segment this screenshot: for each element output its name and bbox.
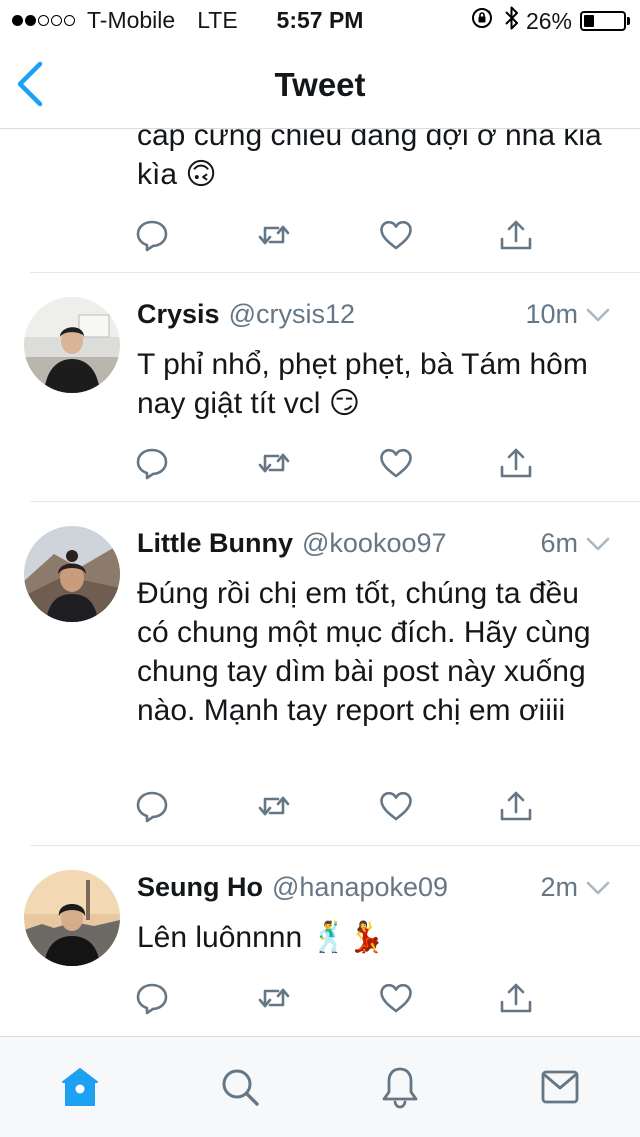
share-icon [500, 791, 532, 821]
tab-home[interactable] [58, 1065, 102, 1109]
retweet-icon [258, 453, 290, 473]
navigation-bar: Tweet [0, 40, 640, 129]
page-title: Tweet [274, 66, 366, 103]
battery-percent: 26% [525, 7, 572, 34]
tab-bar [0, 1036, 640, 1137]
share-button[interactable] [498, 980, 534, 1016]
reply-button[interactable] [134, 788, 170, 824]
share-icon [500, 448, 532, 478]
tweet-item[interactable]: Crysis @crysis12 10m T phỉ nhổ, phẹt phẹ… [0, 273, 640, 501]
tweet-menu-button[interactable] [586, 528, 610, 559]
like-button[interactable] [378, 980, 414, 1016]
tweet-actions [134, 980, 534, 1016]
tweet-time: 2m [540, 872, 578, 902]
tweet-header: Crysis @crysis12 10m [137, 299, 610, 330]
like-button[interactable] [378, 788, 414, 824]
search-icon [222, 1069, 259, 1106]
username[interactable]: @crysis12 [229, 299, 355, 330]
tab-notifications[interactable] [378, 1065, 422, 1109]
share-button[interactable] [498, 445, 534, 481]
tweet-feed[interactable]: cap cưng chiều đang đợi ở nha kia kìa 🙃 [0, 129, 640, 1035]
retweet-icon [258, 796, 290, 816]
avatar[interactable] [24, 870, 120, 966]
retweet-button[interactable] [256, 445, 292, 481]
like-button[interactable] [378, 445, 414, 481]
battery-level [584, 15, 594, 27]
bluetooth-icon [504, 5, 520, 37]
messages-icon [541, 1070, 579, 1104]
username[interactable]: @kookoo97 [302, 528, 447, 559]
tweet-actions [134, 445, 534, 481]
retweet-button[interactable] [256, 980, 292, 1016]
chevron-down-icon [586, 881, 610, 895]
notifications-icon [382, 1067, 418, 1109]
tweet-text: Lên luônnnn 🕺💃 [137, 921, 386, 954]
share-button[interactable] [498, 217, 534, 253]
reply-button[interactable] [134, 217, 170, 253]
tweet-menu-button[interactable] [586, 872, 610, 903]
tab-search[interactable] [218, 1065, 262, 1109]
like-icon [380, 791, 412, 821]
reply-icon [136, 983, 168, 1015]
tweet-item[interactable]: Seung Ho @hanapoke09 2m Lên luônnnn 🕺💃 [0, 846, 640, 1035]
tweet-item[interactable]: Little Bunny @kookoo97 6m Đúng rồi chị e… [0, 502, 640, 846]
reply-icon [136, 220, 168, 252]
tweet-text: Đúng rồi chị em tốt, chúng ta đều có chu… [137, 577, 591, 727]
username[interactable]: @hanapoke09 [272, 872, 448, 903]
tweet-header: Little Bunny @kookoo97 6m [137, 528, 610, 559]
tweet-time: 6m [540, 528, 578, 558]
tweet-menu-button[interactable] [586, 299, 610, 330]
orientation-lock-icon [470, 6, 494, 36]
status-right: 26% [470, 5, 630, 37]
tweet-time: 10m [525, 299, 578, 329]
retweet-button[interactable] [256, 217, 292, 253]
share-button[interactable] [498, 788, 534, 824]
like-icon [380, 448, 412, 478]
tweet-text: cap cưng chiều đang đợi ở nha kia kìa 🙃 [137, 129, 602, 191]
reply-button[interactable] [134, 980, 170, 1016]
share-icon [500, 220, 532, 250]
tweet-header: Seung Ho @hanapoke09 2m [137, 872, 610, 903]
reply-icon [136, 791, 168, 823]
retweet-button[interactable] [256, 788, 292, 824]
reply-button[interactable] [134, 445, 170, 481]
like-button[interactable] [378, 217, 414, 253]
display-name[interactable]: Little Bunny [137, 528, 293, 559]
avatar[interactable] [24, 526, 120, 622]
tab-messages[interactable] [538, 1065, 582, 1109]
reply-icon [136, 448, 168, 480]
home-icon [62, 1068, 98, 1106]
avatar[interactable] [24, 297, 120, 393]
status-bar: T-Mobile LTE 5:57 PM 26% [0, 0, 640, 40]
retweet-icon [258, 988, 290, 1008]
battery-icon [580, 11, 626, 31]
battery-cap [627, 17, 630, 25]
tweet-text: T phỉ nhổ, phẹt phẹt, bà Tám hôm nay giậ… [137, 348, 588, 420]
share-icon [500, 983, 532, 1013]
retweet-icon [258, 225, 290, 245]
like-icon [380, 983, 412, 1013]
display-name[interactable]: Seung Ho [137, 872, 263, 903]
chevron-down-icon [586, 308, 610, 322]
tweet-item[interactable]: cap cưng chiều đang đợi ở nha kia kìa 🙃 [0, 129, 640, 272]
tweet-actions [134, 788, 534, 824]
like-icon [380, 220, 412, 250]
chevron-down-icon [586, 537, 610, 551]
tweet-actions [134, 217, 534, 253]
display-name[interactable]: Crysis [137, 299, 220, 330]
